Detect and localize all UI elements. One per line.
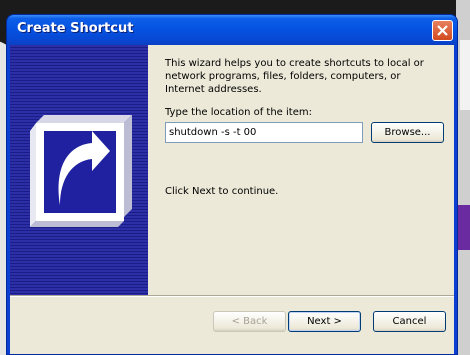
create-shortcut-window: Create Shortcut This wizard helps you to… <box>6 14 458 355</box>
close-button[interactable] <box>432 20 453 41</box>
location-input[interactable] <box>165 122 363 143</box>
browse-button[interactable]: Browse... <box>371 122 444 143</box>
desktop-wallpaper-highlight <box>460 40 470 110</box>
back-button[interactable]: < Back <box>213 311 286 332</box>
wizard-body: This wizard helps you to create shortcut… <box>10 45 454 354</box>
window-title: Create Shortcut <box>17 21 134 36</box>
continue-hint: Click Next to continue. <box>165 186 279 197</box>
wizard-content: This wizard helps you to create shortcut… <box>148 45 454 295</box>
wizard-side-panel <box>10 45 148 295</box>
location-label: Type the location of the item: <box>165 107 312 118</box>
wizard-description: This wizard helps you to create shortcut… <box>165 58 424 95</box>
cancel-button[interactable]: Cancel <box>373 311 446 332</box>
close-icon <box>437 25 448 36</box>
title-bar[interactable]: Create Shortcut <box>7 15 457 45</box>
desktop-wallpaper-accent <box>458 205 470 250</box>
shortcut-arrow-icon <box>30 115 132 227</box>
next-button[interactable]: Next > <box>288 311 361 332</box>
footer-separator <box>10 295 454 297</box>
